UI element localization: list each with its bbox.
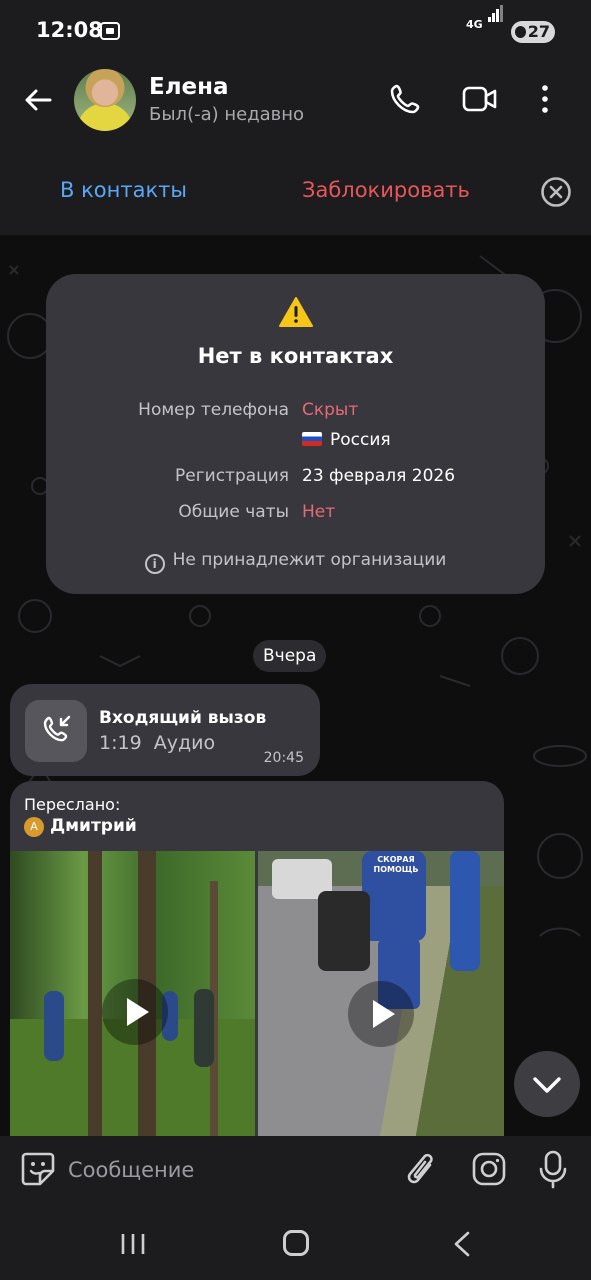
sticker-icon[interactable] <box>20 1151 56 1187</box>
contact-action-bar: В контакты Заблокировать <box>0 146 591 236</box>
date-separator: Вчера <box>253 640 327 672</box>
ambulance-text: СКОРАЯ ПОМОЩЬ <box>373 855 419 874</box>
chat-header: Елена Был(-а) недавно <box>0 64 591 146</box>
warning-icon <box>279 297 313 327</box>
call-details: 1:19 Аудио <box>99 732 216 754</box>
add-contact-button[interactable]: В контакты <box>60 178 187 202</box>
network-type: 4G <box>466 18 483 31</box>
play-icon[interactable] <box>102 979 168 1045</box>
message-composer <box>0 1136 591 1204</box>
card-title: Нет в контактах <box>197 344 394 368</box>
status-time: 12:08 <box>36 18 103 42</box>
organization-note: i Не принадлежит организации <box>46 550 545 574</box>
message-time: 20:45 <box>263 750 304 766</box>
back-icon[interactable] <box>452 1230 472 1258</box>
home-icon[interactable] <box>283 1230 309 1256</box>
call-title: Входящий вызов <box>99 708 267 728</box>
paperclip-icon[interactable] <box>405 1150 439 1190</box>
forwarded-from[interactable]: A Дмитрий <box>24 816 137 837</box>
microphone-icon[interactable] <box>538 1150 568 1190</box>
camera-icon[interactable] <box>472 1152 506 1186</box>
video-thumbnail-1[interactable] <box>10 851 255 1136</box>
forwarded-label: Переслано: <box>24 795 121 814</box>
arrow-left-icon[interactable] <box>22 84 54 116</box>
video-thumbnail-2[interactable]: СКОРАЯ ПОМОЩЬ <box>258 851 504 1136</box>
play-icon[interactable] <box>348 981 414 1047</box>
phone-icon[interactable] <box>388 82 422 116</box>
contact-name[interactable]: Елена <box>149 74 229 100</box>
country-value: Россия <box>302 430 391 450</box>
block-button[interactable]: Заблокировать <box>302 178 470 202</box>
russia-flag-icon <box>302 432 322 446</box>
scroll-down-button[interactable] <box>514 1051 580 1117</box>
incoming-call-message[interactable]: Входящий вызов 1:19 Аудио 20:45 <box>10 684 320 776</box>
last-seen: Был(-а) недавно <box>149 104 305 125</box>
common-chats-label: Общие чаты <box>178 502 289 522</box>
common-chats-value: Нет <box>302 502 336 522</box>
forwarded-message[interactable]: Переслано: A Дмитрий СКОРАЯ ПОМОЩЬ <box>10 781 504 1136</box>
battery-indicator: 27 <box>511 21 555 43</box>
registration-value: 23 февраля 2026 <box>302 466 456 486</box>
incoming-call-icon <box>25 700 87 762</box>
chevron-down-icon <box>533 1077 561 1093</box>
system-navigation-bar <box>0 1204 591 1280</box>
close-circle-icon[interactable] <box>540 176 572 208</box>
phone-label: Номер телефона <box>138 400 289 420</box>
more-vertical-icon[interactable] <box>540 82 550 116</box>
phone-value: Скрыт <box>302 400 359 420</box>
recent-apps-icon[interactable] <box>120 1232 146 1256</box>
sender-avatar-badge: A <box>24 817 44 837</box>
screenshot-icon <box>100 22 120 40</box>
status-bar: 12:08 4G 27 <box>0 0 591 64</box>
registration-label: Регистрация <box>175 466 289 486</box>
info-icon: i <box>144 554 165 574</box>
chat-area[interactable]: Нет в контактах Номер телефона Скрыт Рос… <box>0 236 591 1136</box>
message-input[interactable] <box>68 1153 368 1187</box>
avatar[interactable] <box>74 69 136 131</box>
video-camera-icon[interactable] <box>462 84 498 114</box>
not-in-contacts-card: Нет в контактах Номер телефона Скрыт Рос… <box>46 274 545 594</box>
